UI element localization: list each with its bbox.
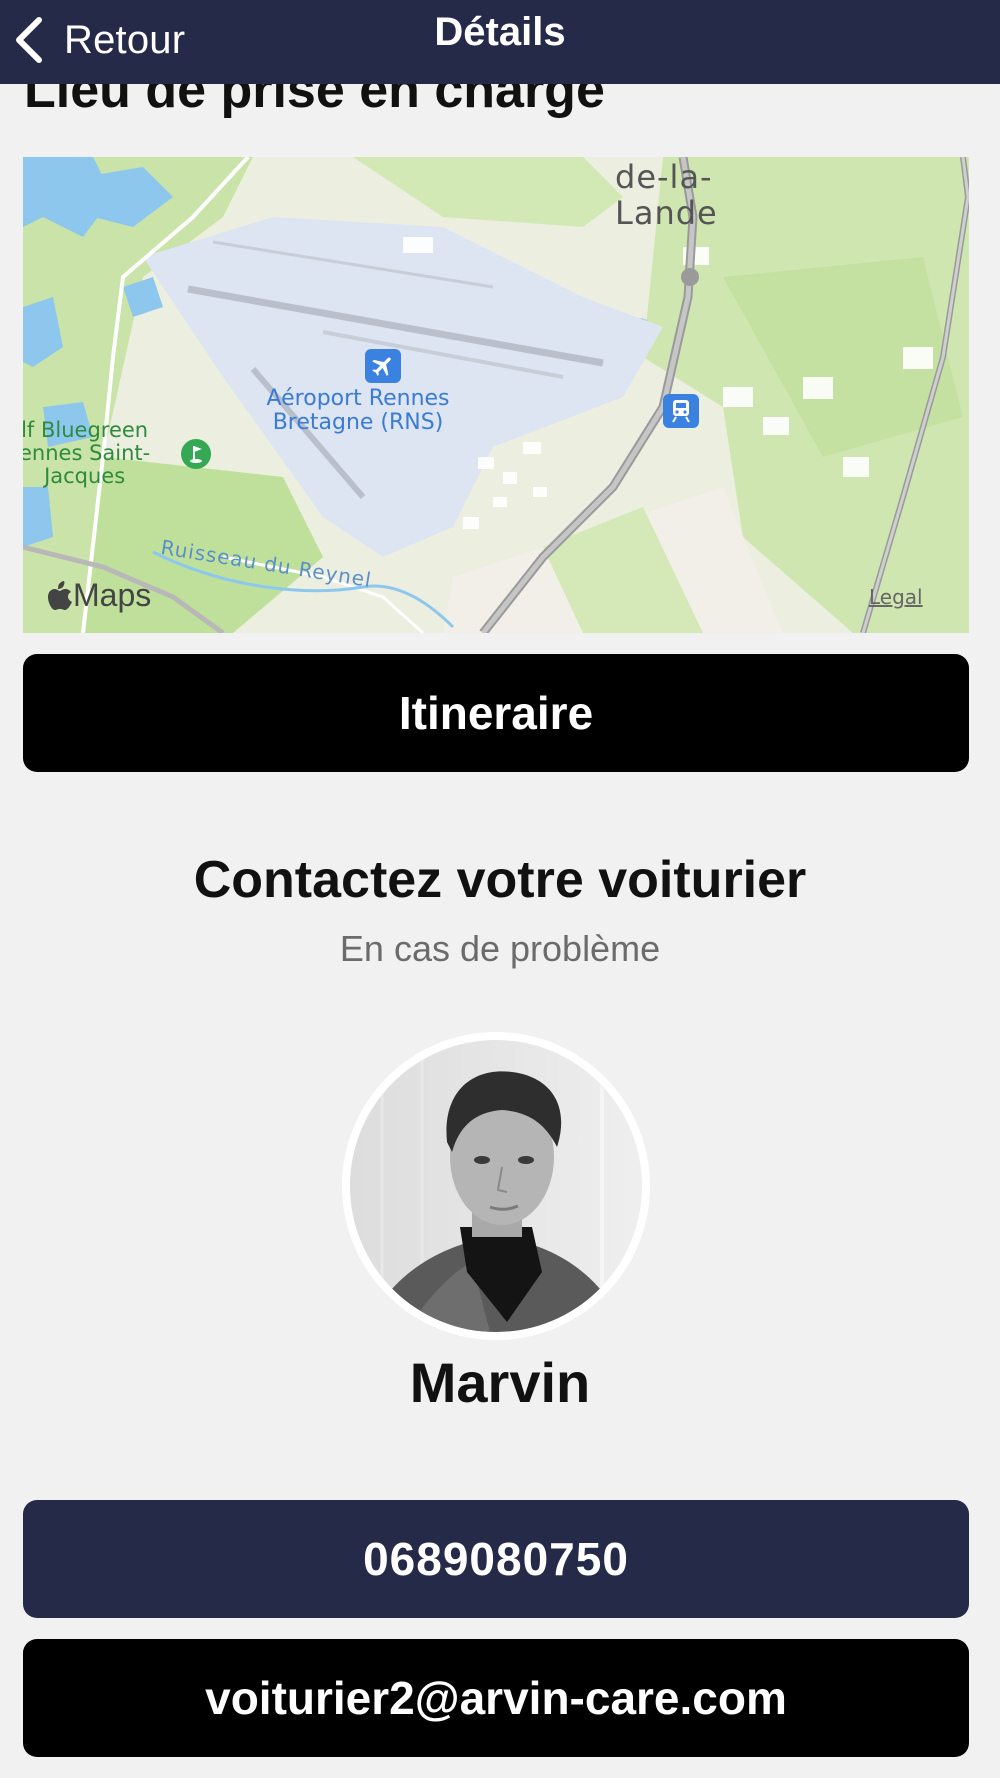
train-icon [663, 394, 699, 428]
page-title: Détails [434, 10, 566, 54]
valet-name: Marvin [409, 1351, 591, 1414]
airplane-icon [365, 349, 401, 383]
apple-icon [47, 580, 73, 611]
map-tiles [23, 157, 969, 633]
pickup-map[interactable]: de-la- Lande Aéroport Rennes Bretagne (R… [23, 157, 969, 633]
map-golf-label: lf Bluegreen ennes Saint- Jacques [23, 418, 151, 488]
itinerary-button[interactable]: Itineraire [23, 654, 969, 772]
call-phone-button[interactable]: 0689080750 [23, 1500, 969, 1618]
navigation-bar: Retour Détails [0, 0, 1000, 84]
map-place-label: de-la- Lande [615, 158, 718, 232]
map-airport-label: Aéroport Rennes Bretagne (RNS) [266, 386, 450, 435]
golf-icon [181, 439, 211, 469]
maps-brand-label: Maps [73, 577, 152, 613]
email-button[interactable]: voiturier2@arvin-care.com [23, 1639, 969, 1757]
contact-subtitle: En cas de problème [339, 928, 661, 969]
map-legal-link[interactable]: Legal [869, 585, 923, 609]
maps-brand: Maps [47, 577, 151, 614]
contact-title: Contactez votre voiturier [193, 851, 807, 909]
details-screen: Lieu de prise en charge Retour Détails d… [0, 0, 1000, 1778]
valet-avatar [342, 1032, 650, 1340]
